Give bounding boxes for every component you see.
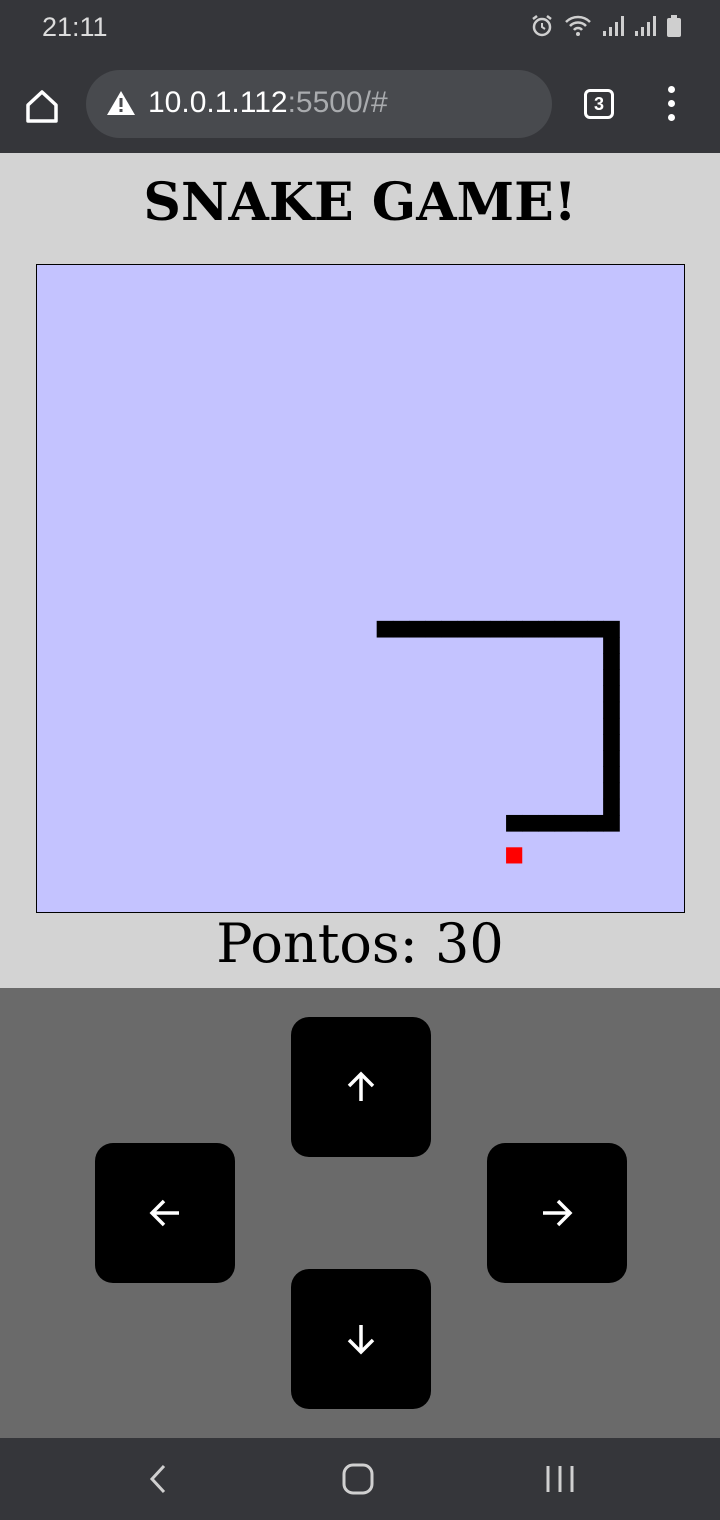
address-bar[interactable]: 10.0.1.112:5500/# xyxy=(86,70,552,138)
snake-segment xyxy=(506,620,523,638)
warning-icon[interactable] xyxy=(106,90,136,116)
snake-segment xyxy=(554,814,572,832)
snake-segment xyxy=(522,814,539,832)
snake-segment xyxy=(603,653,620,670)
snake-segment xyxy=(603,750,620,767)
snake-segment xyxy=(489,620,507,638)
snake-segment xyxy=(603,782,620,800)
snake-segment xyxy=(603,798,620,816)
snake-segment xyxy=(586,814,604,832)
right-button[interactable] xyxy=(487,1143,627,1283)
system-nav-bar xyxy=(0,1438,720,1520)
snake-segment xyxy=(522,620,539,638)
snake-segment xyxy=(554,620,572,638)
status-bar: 21:11 xyxy=(0,0,720,56)
arrow-up-icon xyxy=(347,1071,375,1101)
snake-segment xyxy=(570,814,588,832)
url-text: 10.0.1.112:5500/# xyxy=(148,86,388,120)
snake-segment xyxy=(457,620,475,638)
snake-segment xyxy=(603,814,620,832)
home-icon[interactable] xyxy=(22,86,62,126)
status-icons xyxy=(530,14,682,38)
wifi-icon xyxy=(565,15,591,36)
recent-apps-icon[interactable] xyxy=(542,1460,578,1498)
snake-segment xyxy=(409,620,426,638)
snake-segment xyxy=(392,620,410,638)
snake-segment xyxy=(538,620,556,638)
snake-segment xyxy=(603,717,620,735)
snake-segment xyxy=(603,734,620,751)
snake-segment xyxy=(441,620,459,638)
snake-segment xyxy=(570,620,588,638)
game-canvas xyxy=(376,620,620,864)
snake-segment xyxy=(425,620,442,638)
food-pellet xyxy=(506,847,523,864)
snake-segment xyxy=(603,701,620,719)
left-button[interactable] xyxy=(95,1143,235,1283)
game-board xyxy=(36,264,685,913)
arrow-down-icon xyxy=(347,1325,375,1355)
tab-switcher-button[interactable]: 3 xyxy=(584,89,614,119)
signal-icon xyxy=(603,16,624,36)
home-nav-icon[interactable] xyxy=(340,1460,376,1498)
controls-panel xyxy=(0,988,720,1438)
url-path: :5500/# xyxy=(287,86,388,119)
up-button[interactable] xyxy=(291,1017,431,1157)
score-label: Pontos: 30 xyxy=(216,912,504,975)
url-host: 10.0.1.112 xyxy=(148,86,288,119)
snake-segment xyxy=(586,620,604,638)
back-icon[interactable] xyxy=(144,1460,172,1498)
browser-toolbar: 10.0.1.112:5500/# 3 xyxy=(0,56,720,153)
snake-segment xyxy=(603,669,620,687)
snake-segment xyxy=(506,814,523,832)
arrow-left-icon xyxy=(149,1199,179,1227)
snake-segment xyxy=(538,814,556,832)
snake-segment xyxy=(603,637,620,654)
signal-icon xyxy=(635,16,656,36)
alarm-icon xyxy=(532,15,552,37)
snake-segment xyxy=(473,620,491,638)
snake-head xyxy=(376,620,394,638)
status-time: 21:11 xyxy=(42,12,108,42)
browser-menu-icon[interactable] xyxy=(662,86,680,126)
down-button[interactable] xyxy=(291,1269,431,1409)
battery-icon xyxy=(667,15,681,37)
snake-segment xyxy=(603,620,620,638)
page-title: SNAKE GAME! xyxy=(143,172,577,233)
snake-segment xyxy=(603,766,620,784)
arrow-right-icon xyxy=(543,1199,573,1227)
snake-segment xyxy=(603,685,620,703)
